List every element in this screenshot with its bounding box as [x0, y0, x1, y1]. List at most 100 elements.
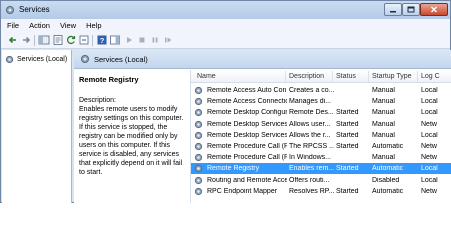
column-status[interactable]: Status: [336, 73, 356, 80]
cell-name: Remote Procedure Call (R...: [207, 154, 287, 162]
column-startup-type[interactable]: Startup Type: [372, 73, 412, 80]
tree-item-services-local[interactable]: Services (Local): [5, 55, 67, 64]
service-gear-icon: [194, 187, 203, 196]
cell-status: Started: [336, 131, 359, 139]
pause-service-icon[interactable]: [149, 34, 161, 46]
cell-name: Remote Access Auto Con...: [207, 87, 287, 94]
cell-name: Remote Desktop Services: [207, 120, 287, 128]
menu-view[interactable]: View: [55, 19, 81, 32]
menu-file[interactable]: File: [1, 19, 24, 32]
minimize-button[interactable]: [384, 3, 402, 16]
cell-description: Enables rem...: [289, 165, 334, 173]
toolbar-separator: [92, 35, 93, 46]
export-list-icon[interactable]: [78, 34, 90, 46]
content-header-title: Services (Local): [94, 55, 148, 64]
cell-startup: Manual: [372, 120, 395, 128]
action-pane-icon[interactable]: [109, 34, 121, 46]
selected-service-name: Remote Registry: [79, 75, 139, 84]
cell-startup: Manual: [372, 109, 395, 117]
service-gear-icon: [194, 86, 203, 95]
cell-logon: Local: [421, 98, 438, 106]
menu-bar: File Action View Help: [1, 19, 450, 32]
services-list: Name Description Status Startup Type Log…: [190, 70, 451, 203]
column-description[interactable]: Description: [289, 73, 324, 80]
service-row[interactable]: Remote Registry Enables rem... Started Auto…: [191, 163, 451, 175]
cell-description: Creates a co...: [289, 87, 334, 94]
cell-logon: Local: [421, 176, 438, 184]
cell-startup: Automatic: [372, 143, 404, 150]
description-text: Enables remote users to modify registry …: [79, 106, 184, 176]
maximize-button[interactable]: [402, 3, 420, 16]
list-header: Name Description Status Startup Type Log…: [191, 70, 451, 83]
title-bar[interactable]: Services: [1, 1, 450, 19]
services-gear-icon: [5, 55, 14, 64]
service-gear-icon: [194, 164, 203, 173]
properties-icon[interactable]: [52, 34, 64, 46]
service-row[interactable]: Remote Access Auto Con... Creates a co...…: [191, 85, 451, 96]
service-row[interactable]: Routing and Remote Acce... Offers routi..…: [191, 175, 451, 186]
cell-status: Started: [336, 109, 359, 117]
column-separator[interactable]: [332, 71, 333, 82]
column-log-on-as[interactable]: Log C: [421, 73, 440, 80]
column-name[interactable]: Name: [197, 73, 216, 80]
restart-service-icon[interactable]: [162, 34, 174, 46]
cell-description: The RPCSS ...: [289, 143, 334, 150]
service-gear-icon: [194, 153, 203, 162]
svg-text:?: ?: [100, 36, 105, 45]
cell-description: Allows the r...: [289, 131, 331, 139]
cell-name: RPC Endpoint Mapper: [207, 187, 278, 195]
service-row[interactable]: Remote Access Connectio... Manages di... M…: [191, 96, 451, 107]
console-tree: Services (Local): [2, 50, 72, 203]
cell-status: Started: [336, 143, 359, 150]
cell-startup: Automatic: [372, 187, 404, 195]
close-button[interactable]: [420, 3, 448, 16]
service-gear-icon: [194, 97, 203, 106]
cell-status: Started: [336, 120, 359, 128]
cell-logon: Netw: [421, 120, 437, 128]
start-service-icon[interactable]: [123, 34, 135, 46]
cell-startup: Manual: [372, 98, 395, 106]
cell-logon: Local: [421, 131, 438, 139]
maximize-icon: [407, 6, 415, 13]
description-label: Description:: [79, 97, 116, 104]
cell-description: In Windows...: [289, 154, 332, 162]
service-row[interactable]: Remote Desktop Services ... Allows the r.…: [191, 130, 451, 141]
cell-description: Resolves RP...: [289, 187, 334, 195]
service-gear-icon: [194, 176, 203, 185]
cell-logon: Local: [421, 165, 438, 173]
console-tree-icon[interactable]: [38, 34, 50, 46]
service-row[interactable]: Remote Procedure Call (R... In Windows...…: [191, 152, 451, 163]
cell-description: Allows user...: [289, 120, 331, 128]
cell-name: Remote Access Connectio...: [207, 98, 287, 106]
column-separator[interactable]: [417, 71, 418, 82]
services-gear-icon: [81, 55, 89, 63]
service-row[interactable]: Remote Desktop Configur... Remote Des... S…: [191, 107, 451, 118]
cell-name: Remote Registry: [207, 165, 260, 173]
cell-logon: Local: [421, 87, 438, 94]
stop-service-icon[interactable]: [136, 34, 148, 46]
cell-startup: Manual: [372, 87, 395, 94]
services-panel: Services (Local) Remote Registry Descrip…: [74, 50, 451, 203]
help-icon[interactable]: ?: [96, 34, 108, 46]
refresh-icon[interactable]: [65, 34, 77, 46]
content-header: Services (Local): [74, 50, 451, 69]
cell-startup: Manual: [372, 131, 395, 139]
column-separator[interactable]: [285, 71, 286, 82]
cell-description: Remote Des...: [289, 109, 334, 117]
forward-arrow-icon[interactable]: [20, 34, 32, 46]
description-pane: Remote Registry Description: Enables rem…: [74, 70, 190, 203]
column-separator[interactable]: [368, 71, 369, 82]
cell-startup: Manual: [372, 154, 395, 162]
service-row[interactable]: RPC Endpoint Mapper Resolves RP... Started…: [191, 186, 451, 197]
service-row[interactable]: Remote Procedure Call (R... The RPCSS ...…: [191, 141, 451, 152]
service-row[interactable]: Remote Desktop Services Allows user... Sta…: [191, 119, 451, 130]
cell-description: Manages di...: [289, 98, 332, 106]
services-gear-icon: [5, 5, 15, 15]
cell-name: Routing and Remote Acce...: [207, 176, 287, 184]
menu-action[interactable]: Action: [24, 19, 55, 32]
tree-item-label: Services (Local): [17, 56, 68, 63]
back-arrow-icon[interactable]: [7, 34, 19, 46]
cell-startup: Disabled: [372, 176, 400, 184]
close-icon: [431, 6, 437, 13]
menu-help[interactable]: Help: [81, 19, 106, 32]
